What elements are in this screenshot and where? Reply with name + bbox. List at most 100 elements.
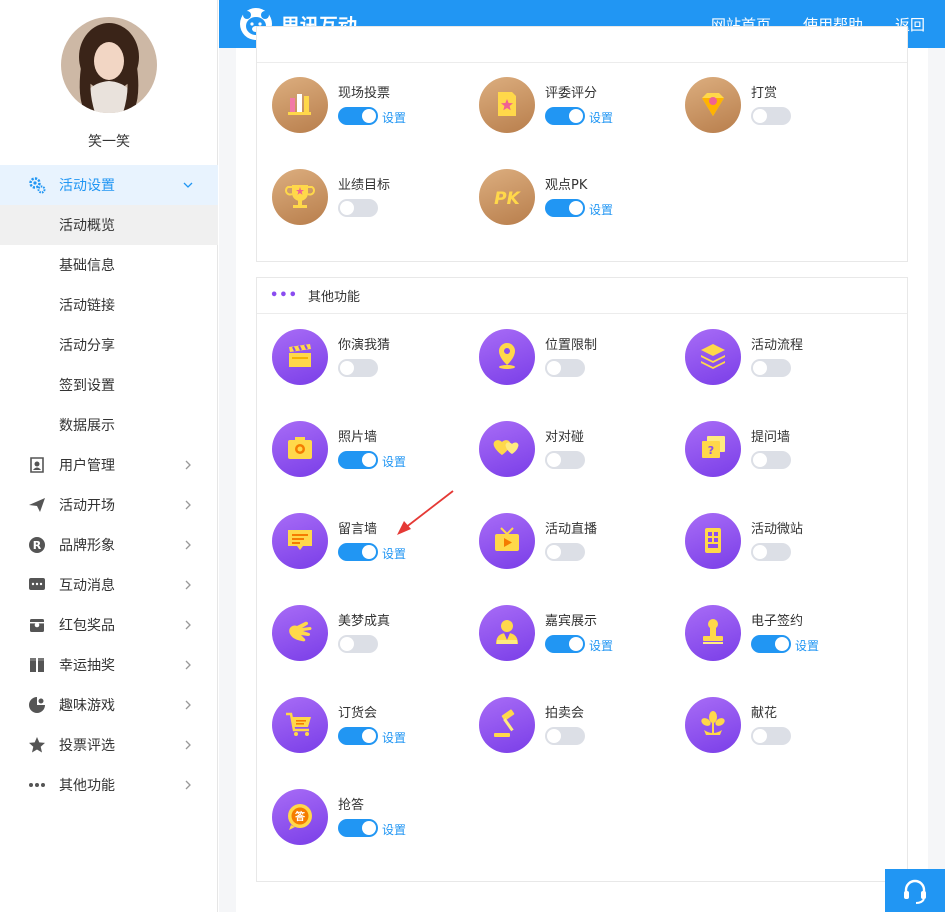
sidebar-item-messages[interactable]: 互动消息 <box>0 565 218 605</box>
headset-icon <box>904 879 926 904</box>
micro-site-icon[interactable] <box>685 513 741 569</box>
feature-toggle[interactable] <box>338 727 378 745</box>
feature-name: 活动微站 <box>751 522 804 537</box>
chevron-right-icon <box>185 700 191 710</box>
content-card: 现场投票 设置 评委评分 设置 打赏 业绩目标 PK 观点PK 设置 ••• 其他功能 你演我猜… <box>236 26 928 912</box>
settings-link[interactable]: 设置 <box>589 109 613 126</box>
diamond-icon[interactable] <box>685 77 741 133</box>
guest-icon[interactable] <box>479 605 535 661</box>
feature-hand: 美梦成真 <box>272 605 472 665</box>
cart-icon[interactable] <box>272 697 328 753</box>
feature-toggle[interactable] <box>545 359 585 377</box>
feature-pk: PK 观点PK 设置 <box>479 169 679 229</box>
sidebar-item-activity-settings[interactable]: 活动设置 <box>0 165 218 205</box>
feature-name: 抢答 <box>338 798 365 813</box>
feature-toggle[interactable] <box>338 451 378 469</box>
avatar[interactable] <box>61 17 157 113</box>
sidebar-item-user-management[interactable]: 用户管理 <box>0 445 218 485</box>
toggle-knob <box>362 729 376 743</box>
feature-name: 美梦成真 <box>338 614 391 629</box>
sub-item-data-display[interactable]: 数据展示 <box>0 405 218 445</box>
feature-name: 电子签约 <box>751 614 804 629</box>
feature-name: 打赏 <box>751 86 778 101</box>
feature-hearts: 对对碰 <box>479 421 679 481</box>
feature-toggle[interactable] <box>545 199 585 217</box>
feature-toggle[interactable] <box>751 635 791 653</box>
location-pin-icon[interactable] <box>479 329 535 385</box>
feature-toggle[interactable] <box>751 359 791 377</box>
settings-link[interactable]: 设置 <box>382 821 406 838</box>
sidebar-item-opening[interactable]: 活动开场 <box>0 485 218 525</box>
customer-service-button[interactable] <box>885 869 945 912</box>
gavel-icon[interactable] <box>479 697 535 753</box>
more-icon <box>28 776 46 794</box>
hand-icon[interactable] <box>272 605 328 661</box>
sub-item-links[interactable]: 活动链接 <box>0 285 218 325</box>
feature-toggle[interactable] <box>751 543 791 561</box>
sidebar-item-lottery[interactable]: 幸运抽奖 <box>0 645 218 685</box>
stamp-icon[interactable] <box>685 605 741 661</box>
settings-link[interactable]: 设置 <box>382 545 406 562</box>
feature-toggle[interactable] <box>338 543 378 561</box>
settings-link[interactable]: 设置 <box>589 201 613 218</box>
paper-plane-icon <box>28 496 46 514</box>
feature-toggle[interactable] <box>545 451 585 469</box>
toggle-knob <box>362 453 376 467</box>
toggle-knob <box>547 453 561 467</box>
toggle-knob <box>569 109 583 123</box>
flower-icon[interactable] <box>685 697 741 753</box>
sidebar-item-brand[interactable]: R 品牌形象 <box>0 525 218 565</box>
message-board-icon[interactable] <box>272 513 328 569</box>
quick-answer-icon[interactable]: 答 <box>272 789 328 845</box>
camera-icon[interactable] <box>272 421 328 477</box>
sub-item-overview[interactable]: 活动概览 <box>0 205 218 245</box>
sub-item-basic-info[interactable]: 基础信息 <box>0 245 218 285</box>
feature-toggle[interactable] <box>338 107 378 125</box>
sub-item-checkin[interactable]: 签到设置 <box>0 365 218 405</box>
feature-toggle[interactable] <box>545 727 585 745</box>
sidebar-item-prizes[interactable]: 红包奖品 <box>0 605 218 645</box>
toggle-knob <box>569 201 583 215</box>
feature-toggle[interactable] <box>338 819 378 837</box>
trophy-icon[interactable] <box>272 169 328 225</box>
settings-link[interactable]: 设置 <box>382 109 406 126</box>
pk-icon[interactable]: PK <box>479 169 535 225</box>
dots-icon: ••• <box>270 288 298 303</box>
toggle-knob <box>340 637 354 651</box>
feature-toggle[interactable] <box>751 727 791 745</box>
settings-link[interactable]: 设置 <box>795 637 819 654</box>
settings-link[interactable]: 设置 <box>589 637 613 654</box>
settings-link[interactable]: 设置 <box>382 729 406 746</box>
clapperboard-icon[interactable] <box>272 329 328 385</box>
chevron-right-icon <box>185 660 191 670</box>
sidebar-item-games[interactable]: 趣味游戏 <box>0 685 218 725</box>
settings-link[interactable]: 设置 <box>382 453 406 470</box>
feature-toggle[interactable] <box>545 543 585 561</box>
feature-toggle[interactable] <box>545 107 585 125</box>
sub-item-share[interactable]: 活动分享 <box>0 325 218 365</box>
feature-toggle[interactable] <box>545 635 585 653</box>
main-content: 现场投票 设置 评委评分 设置 打赏 业绩目标 PK 观点PK 设置 ••• 其他功能 你演我猜… <box>219 26 945 912</box>
feature-score-card: 评委评分 设置 <box>479 77 679 137</box>
feature-micro-site: 活动微站 <box>685 513 885 573</box>
feature-toggle[interactable] <box>338 635 378 653</box>
bar-chart-icon[interactable] <box>272 77 328 133</box>
sidebar-menu: 活动设置 活动概览 基础信息 活动链接 活动分享 签到设置 数据展示 用户管理 … <box>0 165 218 805</box>
sidebar-item-label: 活动设置 <box>59 178 115 194</box>
question-cards-icon[interactable]: ? <box>685 421 741 477</box>
sidebar-item-voting[interactable]: 投票评选 <box>0 725 218 765</box>
feature-name: 订货会 <box>338 706 378 721</box>
live-video-icon[interactable] <box>479 513 535 569</box>
svg-text:?: ? <box>708 444 714 457</box>
panel-header: ••• 其他功能 <box>257 278 907 314</box>
feature-toggle[interactable] <box>751 107 791 125</box>
feature-name: 提问墙 <box>751 430 791 445</box>
feature-toggle[interactable] <box>338 199 378 217</box>
feature-toggle[interactable] <box>338 359 378 377</box>
score-card-icon[interactable] <box>479 77 535 133</box>
layers-icon[interactable] <box>685 329 741 385</box>
hearts-icon[interactable] <box>479 421 535 477</box>
sidebar-item-other[interactable]: 其他功能 <box>0 765 218 805</box>
feature-clapperboard: 你演我猜 <box>272 329 472 389</box>
feature-toggle[interactable] <box>751 451 791 469</box>
